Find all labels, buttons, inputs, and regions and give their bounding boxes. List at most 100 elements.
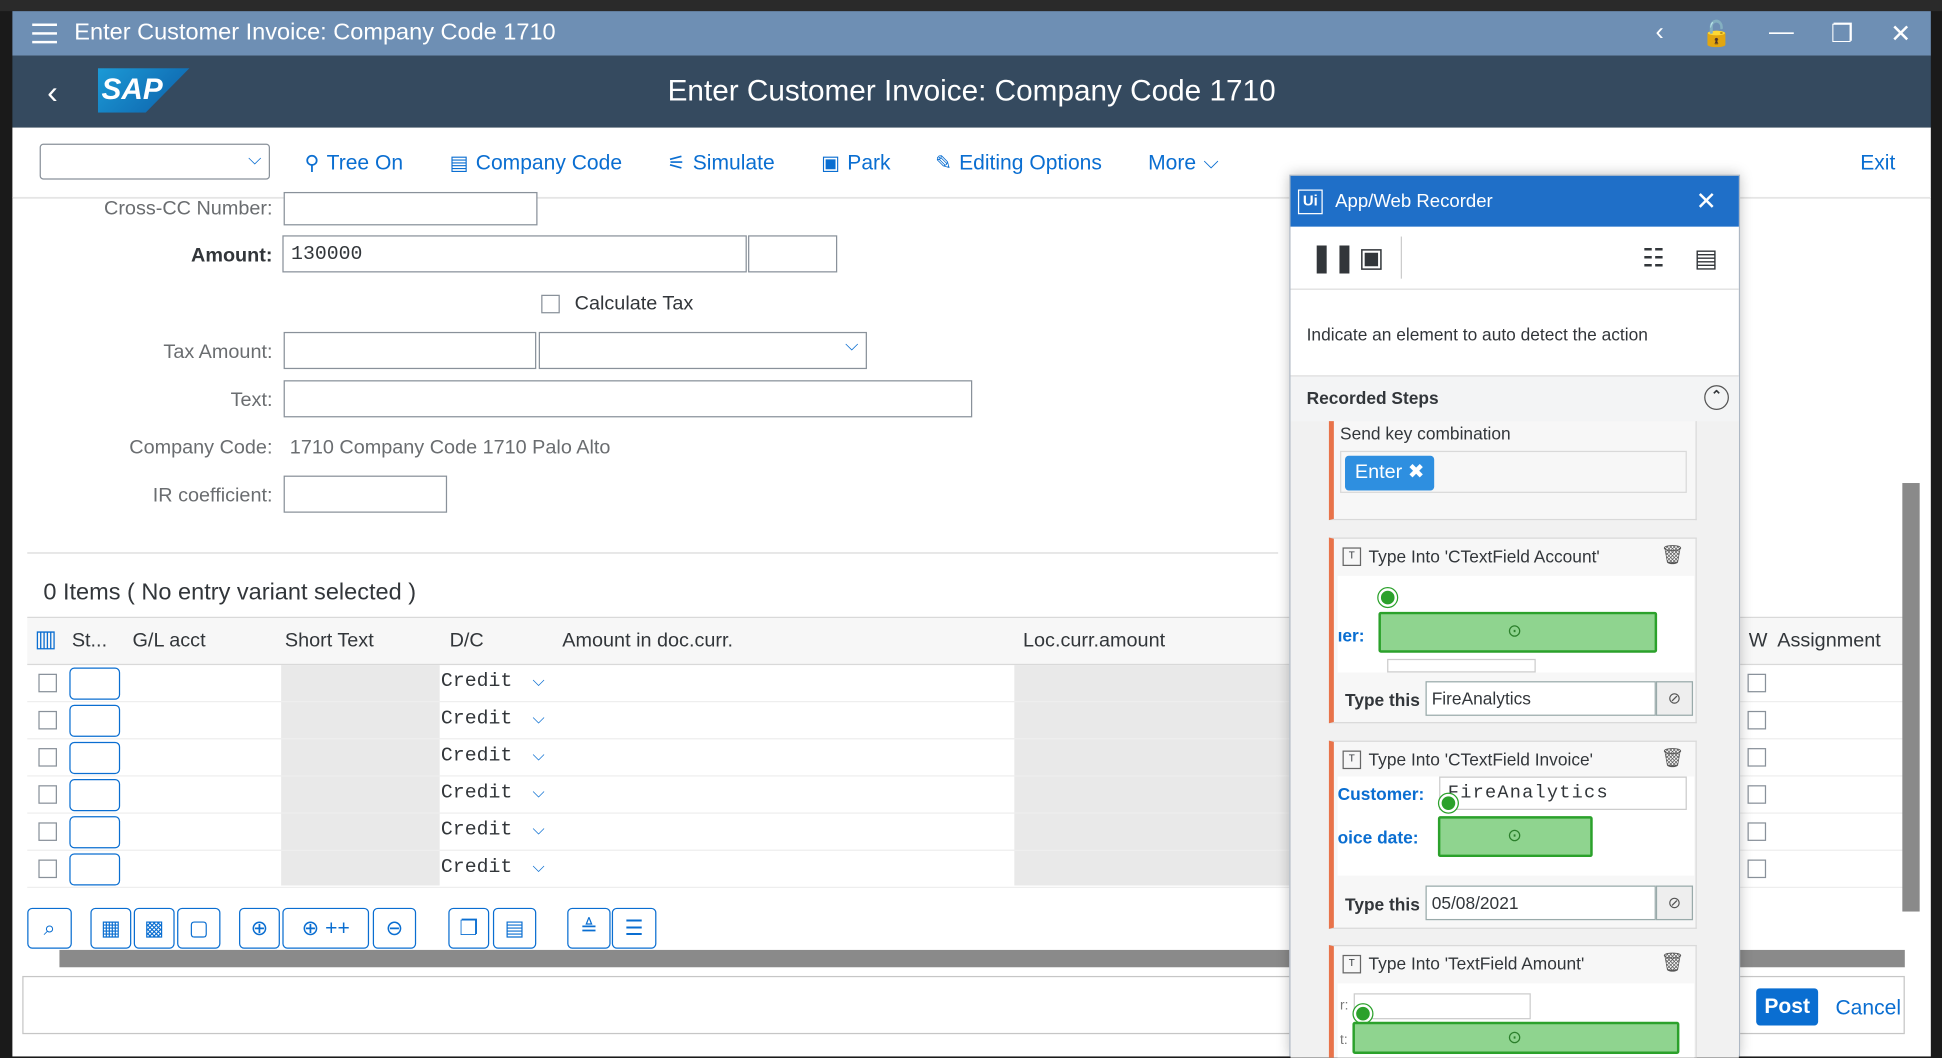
column-header[interactable]: Assignment (1777, 630, 1881, 652)
row-checkbox[interactable] (38, 822, 57, 841)
step-card[interactable]: T Type Into 'TextField Amount' 🗑 r: t: ⊙ (1328, 944, 1697, 1058)
column-settings-icon[interactable]: ▥ (35, 625, 57, 653)
type-this-input[interactable]: 05/08/2021 (1425, 885, 1656, 921)
copy-icon[interactable]: ❐ (448, 907, 490, 949)
trash-icon[interactable]: 🗑 (1661, 951, 1685, 973)
row-checkbox[interactable] (38, 785, 57, 804)
row-checkbox[interactable] (38, 859, 57, 879)
trash-icon[interactable]: 🗑 (1661, 747, 1685, 769)
variant-select[interactable]: ⌵ (39, 143, 270, 180)
target-icon (1437, 792, 1459, 814)
column-header[interactable]: Amount in doc.curr. (562, 630, 733, 652)
more-button[interactable]: More ⌵ (1148, 151, 1218, 176)
hamburger-menu-icon[interactable] (32, 23, 57, 44)
cancel-button[interactable]: Cancel (1835, 996, 1901, 1021)
row-w-checkbox[interactable] (1747, 748, 1767, 767)
settings-icon[interactable]: ▤ (1694, 243, 1717, 274)
chevron-down-icon[interactable]: ⌵ (533, 746, 545, 766)
editing-options-button[interactable]: ✎ Editing Options (935, 151, 1102, 176)
preview-customer-value: FireAnalytics (1439, 776, 1687, 810)
close-icon[interactable]: ✕ (1696, 186, 1717, 217)
status-field[interactable] (69, 853, 121, 886)
hide-eye-icon[interactable]: ⊘ (1655, 681, 1694, 716)
park-button[interactable]: ▣ Park (821, 151, 890, 176)
cross-cc-input[interactable] (283, 191, 538, 226)
currency-input[interactable] (748, 235, 838, 273)
column-header[interactable]: D/C (450, 630, 484, 652)
exit-button[interactable]: Exit (1860, 151, 1895, 176)
row-checkbox[interactable] (38, 673, 57, 693)
row-w-checkbox[interactable] (1747, 822, 1767, 841)
chevron-left-icon[interactable]: ‹ (1656, 19, 1664, 50)
status-field[interactable] (69, 667, 121, 700)
dc-value[interactable]: Credit (441, 707, 512, 729)
chevron-down-icon[interactable]: ⌵ (533, 671, 545, 691)
dc-value[interactable]: Credit (441, 670, 512, 692)
simulate-button[interactable]: ⚟ Simulate (668, 151, 775, 176)
status-field[interactable] (69, 741, 121, 775)
select-block-icon[interactable]: ▩ (133, 907, 175, 949)
status-field[interactable] (69, 779, 121, 812)
trash-icon[interactable]: 🗑 (1661, 544, 1685, 566)
status-field[interactable] (69, 816, 121, 849)
zoom-icon[interactable]: ⌕ (27, 907, 72, 949)
dc-value[interactable]: Credit (441, 819, 512, 841)
step-card[interactable]: T Type Into 'CTextField Invoice' 🗑 Custo… (1328, 740, 1697, 929)
sort-ascending-icon[interactable]: ≜ (567, 907, 611, 949)
key-chip[interactable]: Enter ✖ (1345, 455, 1435, 491)
column-header[interactable]: Short Text (285, 630, 374, 652)
status-field[interactable] (69, 704, 121, 737)
select-all-icon[interactable]: ▦ (90, 907, 132, 949)
type-this-input[interactable]: FireAnalytics (1425, 681, 1656, 716)
row-w-checkbox[interactable] (1747, 710, 1767, 730)
calculate-tax-checkbox[interactable] (541, 294, 560, 314)
chevron-down-icon[interactable]: ⌵ (533, 783, 545, 803)
deselect-all-icon[interactable]: ▢ (177, 907, 221, 949)
vertical-scrollbar[interactable] (1902, 483, 1920, 912)
step-card[interactable]: T Type Into 'CTextField Account' 🗑 ıer: … (1328, 537, 1697, 724)
tax-code-select[interactable]: ⌵ (538, 331, 867, 370)
chevron-down-icon[interactable]: ⌵ (533, 857, 545, 877)
ir-coefficient-input[interactable] (283, 475, 448, 513)
column-header[interactable]: Loc.curr.amount (1023, 630, 1165, 652)
chevron-down-icon[interactable]: ⌵ (533, 820, 545, 840)
delete-row-icon[interactable]: ⊖ (372, 907, 417, 949)
close-icon[interactable]: ✕ (1890, 19, 1911, 50)
row-w-checkbox[interactable] (1747, 859, 1767, 879)
paste-icon[interactable]: ▤ (492, 907, 537, 949)
collapse-icon[interactable]: ⌃ (1704, 385, 1729, 410)
column-header[interactable]: W (1749, 630, 1768, 652)
save-exit-icon[interactable]: ▣ (1359, 242, 1385, 274)
column-header[interactable]: St... (72, 630, 107, 652)
row-w-checkbox[interactable] (1747, 673, 1767, 693)
hide-eye-icon[interactable]: ⊘ (1655, 885, 1694, 921)
dc-value[interactable]: Credit (441, 856, 512, 878)
dc-value[interactable]: Credit (441, 744, 512, 766)
column-header[interactable]: G/L acct (133, 630, 206, 652)
minimize-icon[interactable]: — (1769, 19, 1794, 50)
post-button[interactable]: Post (1756, 988, 1819, 1026)
steps-list-icon[interactable]: ☷ (1642, 243, 1664, 274)
chevron-down-icon: ⌵ (845, 336, 859, 357)
step-card[interactable]: Send key combination Enter ✖ (1328, 421, 1697, 521)
tree-on-label: Tree On (326, 151, 404, 175)
chevron-down-icon[interactable]: ⌵ (533, 708, 545, 728)
amount-input[interactable]: 130000 (282, 235, 747, 273)
insert-rows-icon[interactable]: ⊕ ++ (282, 907, 370, 949)
tax-amount-input[interactable] (283, 331, 537, 370)
row-checkbox[interactable] (38, 710, 57, 730)
row-checkbox[interactable] (38, 748, 57, 767)
tax-amount-label: Tax Amount: (163, 341, 273, 363)
maximize-icon[interactable]: ❐ (1831, 19, 1853, 50)
remove-icon[interactable]: ✖ (1408, 462, 1425, 483)
filter-icon[interactable]: ☰ (611, 907, 657, 949)
tree-on-button[interactable]: ⚲ Tree On (305, 151, 403, 176)
dc-value[interactable]: Credit (441, 781, 512, 803)
pause-icon[interactable]: ❚❚ (1310, 242, 1356, 274)
row-w-checkbox[interactable] (1747, 785, 1767, 804)
company-code-button[interactable]: ▤ Company Code (450, 151, 622, 176)
uipath-logo-icon: Ui (1297, 188, 1323, 214)
add-row-icon[interactable]: ⊕ (239, 907, 280, 949)
unlock-icon[interactable]: 🔓 (1701, 19, 1732, 50)
text-input[interactable] (283, 380, 973, 418)
